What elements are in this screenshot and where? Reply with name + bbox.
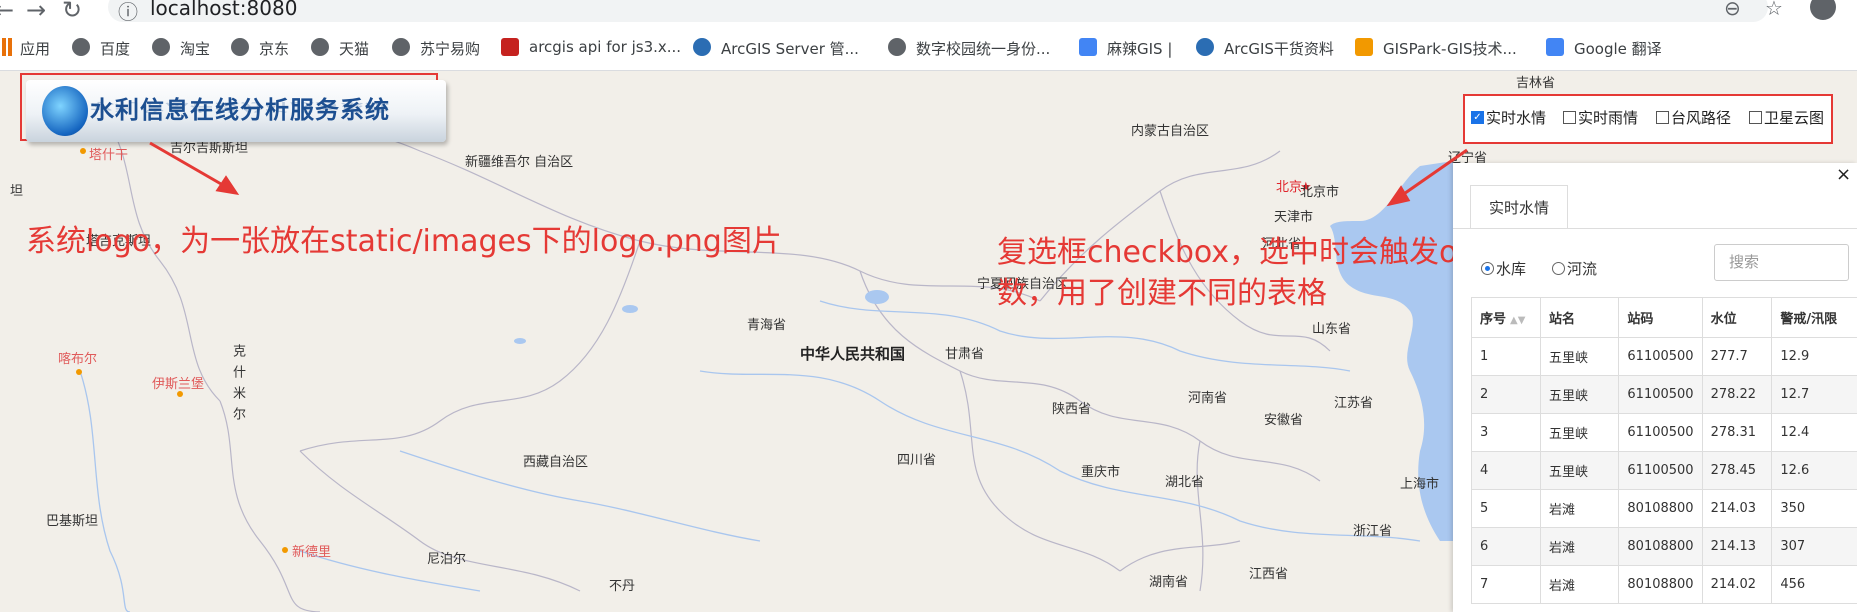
checkbox-annotation-line2: 数，用了创建不同的表格 — [997, 276, 1327, 311]
sort-icon[interactable]: ▲▼ — [1510, 315, 1525, 326]
table-cell: 350 — [1771, 489, 1857, 528]
table-cell: 五里峡 — [1539, 451, 1620, 490]
column-header-station-name[interactable]: 站名 — [1539, 297, 1620, 338]
arrow-head — [215, 175, 240, 196]
checkbox-label: 台风路径 — [1671, 109, 1732, 127]
close-icon[interactable]: × — [1836, 164, 1851, 185]
column-header-station-code[interactable]: 站码 — [1618, 297, 1703, 338]
table-row[interactable]: 2 五里峡 61100500 278.22 12.7 — [1471, 375, 1857, 414]
tab-realtime-water[interactable]: 实时水情 — [1470, 185, 1568, 229]
column-label: 序号 — [1480, 312, 1507, 327]
table-cell: 278.45 — [1701, 451, 1773, 490]
table-cell: 12.4 — [1771, 413, 1857, 452]
table-cell: 278.22 — [1701, 375, 1773, 414]
table-cell: 214.13 — [1701, 527, 1773, 566]
column-label: 水位 — [1710, 312, 1737, 327]
table-cell: 12.7 — [1771, 375, 1857, 414]
radio-label: 河流 — [1567, 260, 1598, 278]
table-cell: 307 — [1771, 527, 1857, 566]
table-header-row: 序号 ▲▼ 站名 站码 水位 警戒/汛限 — [1471, 297, 1857, 338]
table-cell: 4 — [1471, 451, 1541, 490]
checkbox-satellite-cloud[interactable]: 卫星云图 — [1749, 107, 1824, 128]
table-cell: 214.03 — [1701, 489, 1773, 528]
table-cell: 61100500 — [1618, 375, 1703, 414]
tab-divider — [1453, 228, 1857, 229]
table-cell: 岩滩 — [1539, 489, 1620, 528]
radio-river[interactable]: 河流 — [1552, 258, 1597, 279]
checkbox-label: 卫星云图 — [1764, 109, 1825, 127]
table-cell: 61100500 — [1618, 451, 1703, 490]
checkbox-unchecked-icon[interactable] — [1656, 111, 1669, 124]
search-input[interactable]: 搜索 — [1714, 244, 1849, 281]
checkbox-label: 实时水情 — [1486, 109, 1547, 127]
column-header-water-level[interactable]: 水位 — [1701, 297, 1773, 338]
water-data-table: 序号 ▲▼ 站名 站码 水位 警戒/汛限 1 五里峡 61100500 277.7 12.… — [1471, 297, 1857, 604]
table-cell: 五里峡 — [1539, 413, 1620, 452]
checkbox-label: 实时雨情 — [1578, 109, 1639, 127]
table-cell: 277.7 — [1701, 337, 1773, 376]
table-row[interactable]: 7 岩滩 80108800 214.02 456 — [1471, 565, 1857, 604]
table-cell: 12.6 — [1771, 451, 1857, 490]
column-label: 警戒/汛限 — [1780, 312, 1838, 327]
table-cell: 456 — [1771, 565, 1857, 604]
column-header-warning-level[interactable]: 警戒/汛限 — [1771, 297, 1857, 338]
table-row[interactable]: 5 岩滩 80108800 214.03 350 — [1471, 489, 1857, 528]
checkbox-realtime-rain[interactable]: 实时雨情 — [1563, 107, 1638, 128]
checkbox-realtime-water[interactable]: ✓ 实时水情 — [1471, 107, 1546, 128]
radio-label: 水库 — [1496, 260, 1527, 278]
table-cell: 五里峡 — [1539, 337, 1620, 376]
table-cell: 80108800 — [1618, 489, 1703, 528]
checkbox-checked-icon[interactable]: ✓ — [1471, 111, 1484, 124]
app-screen: ← → ↻ ⓘ localhost:8080 ⊖ ☆ 应用 百度 淘宝 京东 天… — [0, 0, 1857, 612]
table-cell: 61100500 — [1618, 413, 1703, 452]
checkbox-unchecked-icon[interactable] — [1563, 111, 1576, 124]
column-label: 站码 — [1627, 312, 1654, 327]
arrow-to-logo — [149, 141, 229, 190]
table-row[interactable]: 6 岩滩 80108800 214.13 307 — [1471, 527, 1857, 566]
table-cell: 2 — [1471, 375, 1541, 414]
column-label: 站名 — [1548, 312, 1575, 327]
table-cell: 6 — [1471, 527, 1541, 566]
radio-reservoir[interactable]: 水库 — [1481, 258, 1526, 279]
table-row[interactable]: 3 五里峡 61100500 278.31 12.4 — [1471, 413, 1857, 452]
logo-annotation: 系统logo，为一张放在static/images下的logo.png图片 — [26, 224, 782, 259]
arrow-head — [1386, 185, 1411, 207]
table-cell: 278.31 — [1701, 413, 1773, 452]
checkbox-unchecked-icon[interactable] — [1749, 111, 1762, 124]
column-header-index[interactable]: 序号 ▲▼ — [1471, 297, 1541, 338]
table-cell: 80108800 — [1618, 565, 1703, 604]
radio-unselected-icon[interactable] — [1552, 262, 1565, 275]
table-row[interactable]: 4 五里峡 61100500 278.45 12.6 — [1471, 451, 1857, 490]
table-cell: 80108800 — [1618, 527, 1703, 566]
table-cell: 岩滩 — [1539, 527, 1620, 566]
table-cell: 214.02 — [1701, 565, 1773, 604]
table-cell: 3 — [1471, 413, 1541, 452]
table-cell: 61100500 — [1618, 337, 1703, 376]
table-cell: 12.9 — [1771, 337, 1857, 376]
radio-selected-icon[interactable] — [1481, 262, 1494, 275]
table-cell: 1 — [1471, 337, 1541, 376]
table-cell: 五里峡 — [1539, 375, 1620, 414]
checkbox-typhoon-path[interactable]: 台风路径 — [1656, 107, 1731, 128]
table-cell: 5 — [1471, 489, 1541, 528]
table-cell: 岩滩 — [1539, 565, 1620, 604]
table-cell: 7 — [1471, 565, 1541, 604]
table-row[interactable]: 1 五里峡 61100500 277.7 12.9 — [1471, 337, 1857, 376]
